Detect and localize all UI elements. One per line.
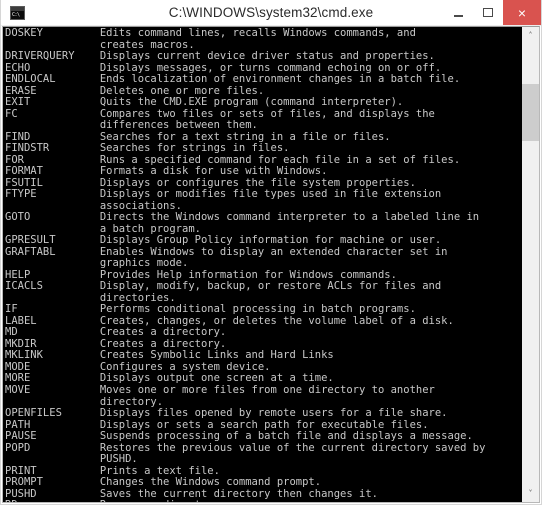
vertical-scrollbar[interactable]: ˄ ˅	[521, 27, 539, 502]
console-line: RD Removes a directory.	[5, 500, 521, 502]
cmd-window: C:\ C:\WINDOWS\system32\cmd.exe × DOSKEY…	[0, 0, 542, 505]
close-icon: ×	[517, 4, 527, 21]
scrollbar-track[interactable]	[522, 44, 539, 485]
console-line: FORMAT Formats a disk for use with Windo…	[5, 165, 328, 178]
window-controls: ×	[443, 0, 541, 25]
console-line: PUSHD.	[5, 453, 138, 466]
console-line: DRIVERQUERY Displays current device driv…	[5, 50, 435, 63]
console-line: EXIT Quits the CMD.EXE program (command …	[5, 96, 404, 109]
minimize-button[interactable]	[443, 0, 473, 25]
console-line: PAUSE Suspends processing of a batch fil…	[5, 430, 473, 443]
scrollbar-thumb[interactable]	[522, 83, 539, 142]
title-bar[interactable]: C:\ C:\WINDOWS\system32\cmd.exe ×	[1, 0, 541, 26]
console-line: differences between them.	[5, 119, 258, 132]
console-line: ENDLOCAL Ends localization of environmen…	[5, 73, 461, 86]
console-line: DOSKEY Edits command lines, recalls Wind…	[5, 27, 416, 39]
console-output[interactable]: DOSKEY Edits command lines, recalls Wind…	[3, 27, 521, 502]
scroll-down-button[interactable]: ˅	[522, 485, 539, 502]
console-line: FINDSTR Searches for strings in files.	[5, 142, 290, 155]
console-area: DOSKEY Edits command lines, recalls Wind…	[2, 26, 540, 503]
console-line: FTYPE Displays or modifies file types us…	[5, 188, 442, 201]
console-line: OPENFILES Displays files opened by remot…	[5, 407, 448, 420]
console-line: MOVE Moves one or more files from one di…	[5, 383, 435, 396]
icon-prompt-text: C:\	[11, 11, 24, 19]
console-line: PROMPT Changes the Windows command promp…	[5, 476, 322, 489]
close-button[interactable]: ×	[503, 0, 541, 25]
maximize-button[interactable]	[473, 0, 503, 25]
maximize-icon	[483, 8, 493, 17]
cmd-exe-icon: C:\	[10, 6, 25, 20]
minimize-icon	[453, 14, 463, 17]
scroll-up-button[interactable]: ˄	[522, 27, 539, 44]
